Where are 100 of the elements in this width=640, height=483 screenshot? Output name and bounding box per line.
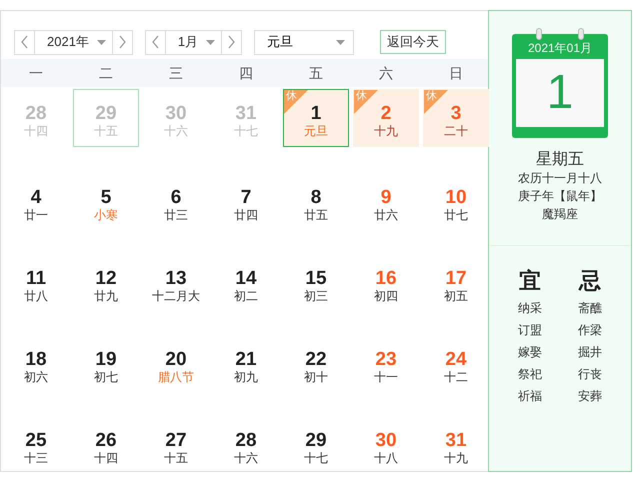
day-cell[interactable]: 休 3 二十 bbox=[423, 89, 489, 147]
lunar-date: 廿三 bbox=[164, 208, 188, 224]
lunar-date: 十二 bbox=[444, 370, 468, 386]
day-number: 22 bbox=[305, 350, 327, 370]
lunar-date: 初七 bbox=[94, 370, 118, 386]
lunar-date: 廿五 bbox=[304, 208, 328, 224]
lunar-date: 二十 bbox=[444, 124, 468, 140]
day-cell[interactable]: 31 十九 bbox=[423, 392, 489, 471]
day-cell[interactable]: 19 初七 bbox=[73, 311, 139, 390]
day-cell[interactable]: 9 廿六 bbox=[353, 149, 419, 228]
day-cell[interactable]: 休 2 十九 bbox=[353, 89, 419, 147]
day-cell[interactable]: 10 廿七 bbox=[423, 149, 489, 228]
suitable-activity: 嫁娶 bbox=[518, 344, 542, 361]
day-cell[interactable]: 15 初三 bbox=[283, 230, 349, 309]
lunar-date: 小寒 bbox=[94, 208, 118, 224]
day-number: 7 bbox=[240, 188, 252, 208]
day-cell[interactable]: 17 初五 bbox=[423, 230, 489, 309]
day-cell[interactable]: 5 小寒 bbox=[73, 149, 139, 228]
day-number: 1 bbox=[310, 104, 322, 124]
day-number: 30 bbox=[165, 104, 187, 124]
day-cell[interactable]: 13 十二月大 bbox=[143, 230, 209, 309]
lunar-date: 初九 bbox=[234, 370, 258, 386]
day-number: 8 bbox=[310, 188, 322, 208]
day-cell[interactable]: 20 腊八节 bbox=[143, 311, 209, 390]
lunar-date: 十七 bbox=[304, 451, 328, 467]
avoid-activity: 行丧 bbox=[578, 366, 602, 384]
day-number: 25 bbox=[25, 430, 47, 452]
avoid-activity: 斋醮 bbox=[578, 300, 602, 317]
weekday-label: 三 bbox=[168, 64, 184, 82]
lunar-date: 腊八节 bbox=[158, 370, 194, 386]
weekday-label: 二 bbox=[98, 64, 114, 82]
lunar-date: 十五 bbox=[94, 124, 118, 140]
suitable-heading: 宜 bbox=[519, 268, 541, 295]
lunar-date: 十四 bbox=[24, 124, 48, 140]
year-dropdown[interactable]: 2021年 bbox=[34, 30, 113, 54]
weekday-text: 星期五 bbox=[536, 150, 584, 170]
day-number: 20 bbox=[165, 350, 187, 370]
lunar-date: 廿九 bbox=[94, 289, 118, 305]
lunar-date: 廿七 bbox=[444, 208, 468, 224]
day-cell[interactable]: 休 1 元旦 bbox=[283, 89, 349, 147]
day-cell[interactable]: 18 初六 bbox=[3, 311, 69, 390]
day-cell[interactable]: 27 十五 bbox=[143, 392, 209, 471]
lunar-date: 十六 bbox=[164, 124, 188, 140]
day-cell[interactable]: 16 初四 bbox=[353, 230, 419, 309]
day-number: 28 bbox=[235, 430, 257, 452]
day-cell[interactable]: 4 廿一 bbox=[3, 149, 69, 228]
calendar-month-label: 2021年01月 bbox=[528, 41, 592, 56]
day-cell[interactable]: 14 初二 bbox=[213, 230, 279, 309]
day-cell[interactable]: 6 廿三 bbox=[143, 149, 209, 228]
rest-label: 休 bbox=[426, 90, 437, 104]
lunar-date: 元旦 bbox=[304, 124, 328, 140]
calendar-day-number: 1 bbox=[516, 59, 604, 128]
binder-ring-icon bbox=[578, 28, 584, 40]
day-number: 23 bbox=[375, 350, 397, 370]
day-cell[interactable]: 7 廿四 bbox=[213, 149, 279, 228]
day-number: 4 bbox=[30, 188, 42, 208]
day-cell[interactable]: 23 十一 bbox=[353, 311, 419, 390]
day-cell[interactable]: 11 廿八 bbox=[3, 230, 69, 309]
day-cell[interactable]: 29 十七 bbox=[283, 392, 349, 471]
day-cell[interactable]: 21 初九 bbox=[213, 311, 279, 390]
lunar-date: 廿六 bbox=[374, 208, 398, 224]
weekday-label: 日 bbox=[448, 64, 464, 82]
day-cell[interactable]: 8 廿五 bbox=[283, 149, 349, 228]
suitable-activity: 祈福 bbox=[518, 388, 542, 406]
lunar-date: 初十 bbox=[304, 370, 328, 386]
day-cell[interactable]: 26 十四 bbox=[73, 392, 139, 471]
holiday-dropdown[interactable]: 元旦 bbox=[254, 30, 354, 54]
year-name-text: 庚子年【鼠年】 bbox=[518, 188, 602, 206]
day-number: 15 bbox=[305, 268, 327, 290]
lunar-date: 廿四 bbox=[234, 208, 258, 224]
day-cell[interactable]: 12 廿九 bbox=[73, 230, 139, 309]
suitable-activity: 纳采 bbox=[518, 300, 542, 317]
day-number: 9 bbox=[380, 188, 392, 208]
lunar-date: 初二 bbox=[234, 289, 258, 305]
lunar-date: 初五 bbox=[444, 289, 468, 305]
day-number: 24 bbox=[445, 350, 467, 370]
return-today-button[interactable]: 返回今天 bbox=[380, 30, 446, 54]
rest-label: 休 bbox=[286, 90, 297, 104]
day-number: 27 bbox=[165, 430, 187, 452]
day-cell[interactable]: 30 十八 bbox=[353, 392, 419, 471]
day-number: 12 bbox=[95, 268, 117, 290]
day-number: 6 bbox=[170, 188, 182, 208]
day-cell[interactable]: 28 十六 bbox=[213, 392, 279, 471]
lunar-date: 十四 bbox=[94, 451, 118, 467]
day-cell[interactable]: 25 十三 bbox=[3, 392, 69, 471]
lunar-date: 十九 bbox=[374, 124, 398, 140]
rest-corner-badge bbox=[284, 90, 308, 114]
day-number: 17 bbox=[445, 268, 467, 290]
lunar-date: 廿八 bbox=[24, 289, 48, 305]
day-cell[interactable]: 22 初十 bbox=[283, 311, 349, 390]
day-cell[interactable]: 24 十二 bbox=[423, 311, 489, 390]
month-dropdown[interactable]: 1月 bbox=[164, 30, 222, 54]
lunar-date: 十五 bbox=[164, 451, 188, 467]
caret-down-icon bbox=[206, 40, 216, 44]
day-number: 2 bbox=[380, 104, 392, 124]
day-number: 16 bbox=[375, 268, 397, 290]
weekday-label: 一 bbox=[28, 64, 44, 82]
caret-down-icon bbox=[96, 40, 106, 44]
day-number: 14 bbox=[235, 268, 257, 290]
day-number: 31 bbox=[445, 430, 467, 452]
